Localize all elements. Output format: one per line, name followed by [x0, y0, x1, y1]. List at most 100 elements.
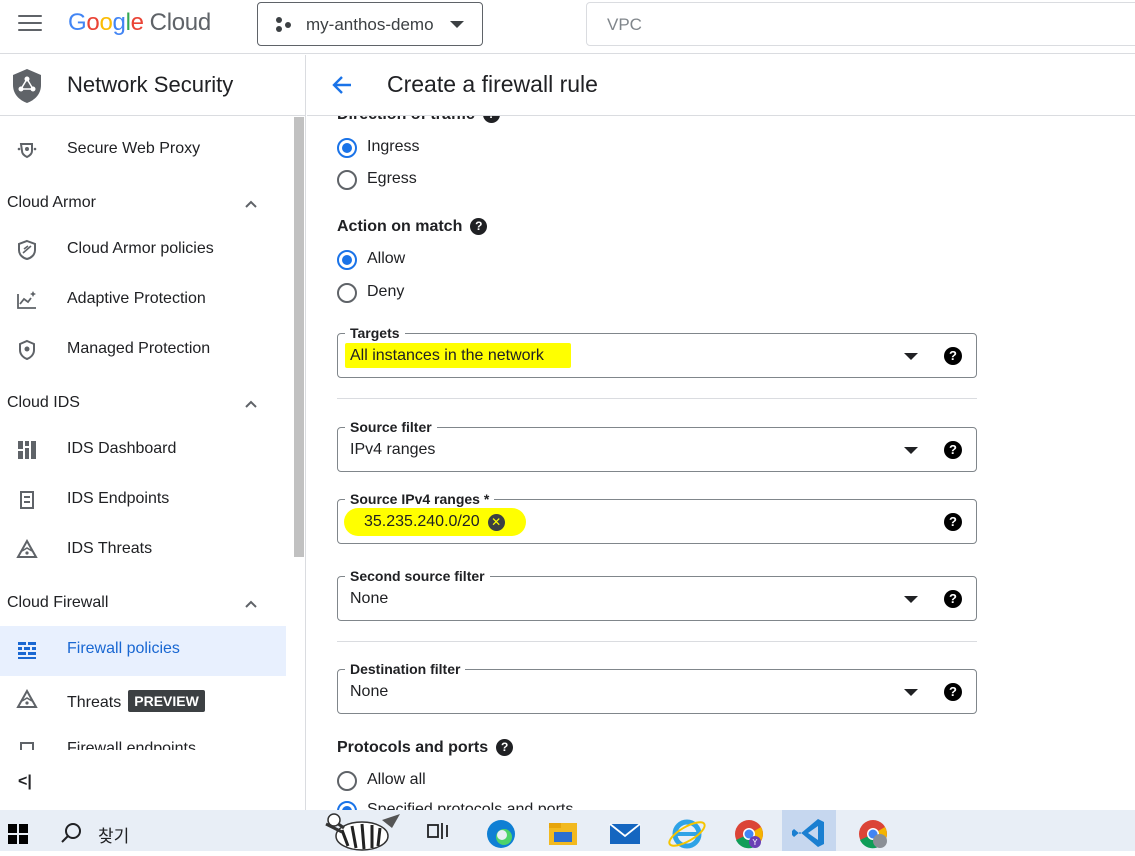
sidebar-item-label: Adaptive Protection	[67, 290, 206, 307]
search-input[interactable]	[607, 15, 1007, 35]
network-security-icon	[13, 69, 41, 103]
field-label: Targets	[345, 325, 405, 341]
divider	[337, 641, 977, 642]
taskbar-search-text: 찾기	[98, 827, 130, 846]
destination-filter-select[interactable]: Destination filter None ?	[337, 661, 977, 714]
project-icon	[276, 17, 294, 33]
protection-icon	[19, 339, 35, 361]
radio-button[interactable]	[337, 771, 357, 791]
field-label: Source IPv4 ranges *	[345, 491, 495, 507]
radio-label: Specified protocols and ports	[367, 801, 574, 810]
radio-button[interactable]	[337, 283, 357, 303]
windows-taskbar: 찾기 Y	[0, 810, 1135, 851]
protocols-label-text: Protocols and ports	[337, 739, 489, 756]
radio-button[interactable]	[337, 250, 357, 270]
file-explorer-icon[interactable]	[536, 810, 590, 851]
project-selector[interactable]: my-anthos-demo	[257, 2, 483, 46]
sidebar-item-managed-protection[interactable]: Managed Protection	[0, 326, 286, 374]
sidebar-item-label: Firewall endpoints	[67, 740, 196, 750]
sidebar-item-label: Cloud Armor policies	[67, 240, 214, 257]
vscode-icon[interactable]	[782, 810, 836, 851]
ip-range-chip[interactable]: 35.235.240.0/20 ✕	[364, 513, 505, 531]
section-cloud-firewall[interactable]: Cloud Firewall	[7, 594, 108, 612]
help-icon[interactable]: ?	[944, 441, 962, 459]
page-title: Create a firewall rule	[387, 71, 598, 97]
logo-cloud-text: Cloud	[149, 9, 212, 36]
chevron-up-icon[interactable]	[245, 398, 257, 410]
sidebar-scrollbar[interactable]	[294, 117, 304, 557]
taskbar-search[interactable]: 찾기	[60, 821, 129, 850]
sidebar-title: Network Security	[67, 72, 234, 97]
sidebar-item-cloud-armor-policies[interactable]: Cloud Armor policies	[0, 226, 286, 274]
radio-button[interactable]	[337, 801, 357, 810]
endpoint-icon	[20, 742, 34, 750]
section-cloud-ids[interactable]: Cloud IDS	[7, 394, 80, 412]
help-icon[interactable]: ?	[944, 590, 962, 608]
chevron-down-icon	[904, 353, 918, 360]
action-label: Action on match?	[337, 218, 488, 236]
sidebar-item-label: Secure Web Proxy	[67, 140, 201, 157]
collapse-sidebar-button[interactable]: <|	[18, 773, 32, 791]
firewall-icon	[18, 642, 36, 659]
chevron-down-icon	[904, 447, 918, 454]
chevron-down-icon	[904, 689, 918, 696]
chevron-down-icon	[450, 21, 464, 28]
targets-value: All instances in the network	[350, 347, 544, 364]
remove-chip-icon[interactable]: ✕	[487, 514, 505, 531]
source-filter-select[interactable]: Source filter IPv4 ranges ?	[337, 419, 977, 472]
radio-button[interactable]	[337, 170, 357, 190]
windows-start-icon[interactable]	[8, 824, 28, 844]
radio-label: Egress	[367, 170, 417, 187]
sidebar-item-firewall-policies[interactable]: Firewall policies	[0, 626, 286, 676]
chevron-up-icon[interactable]	[245, 598, 257, 610]
chevron-up-icon[interactable]	[245, 198, 257, 210]
divider	[337, 398, 977, 399]
targets-select[interactable]: Targets All instances in the network ?	[337, 325, 977, 378]
source-filter-value: IPv4 ranges	[350, 441, 436, 458]
task-view-icon[interactable]	[412, 810, 466, 851]
edge-icon[interactable]	[474, 810, 528, 851]
radio-label: Allow all	[367, 771, 426, 788]
field-label: Destination filter	[345, 661, 466, 677]
main-panel: Direction of traffic? Ingress Egress Act…	[307, 55, 1135, 810]
google-cloud-logo[interactable]: Google Cloud	[68, 9, 211, 37]
chrome-icon[interactable]: Y	[722, 810, 776, 851]
internet-explorer-icon[interactable]	[660, 810, 714, 851]
help-icon[interactable]: ?	[944, 513, 962, 531]
shield-icon	[18, 239, 36, 261]
sidebar-item-ids-dashboard[interactable]: IDS Dashboard	[0, 426, 286, 474]
sidebar-item-label: Managed Protection	[67, 340, 211, 357]
threats-label: Threats	[67, 694, 122, 711]
sidebar-item-ids-threats[interactable]: IDS Threats	[0, 526, 286, 574]
sidebar-item-threats[interactable]: Threats PREVIEW	[0, 676, 286, 724]
search-box[interactable]	[586, 2, 1135, 46]
chrome-icon[interactable]	[846, 810, 900, 851]
help-icon[interactable]: ?	[944, 683, 962, 701]
radio-button[interactable]	[337, 138, 357, 158]
help-icon[interactable]: ?	[470, 218, 488, 235]
sidebar-item-label: Threats PREVIEW	[67, 690, 205, 712]
svg-text:Y: Y	[752, 838, 758, 847]
endpoint-icon	[20, 491, 34, 509]
second-source-filter-select[interactable]: Second source filter None ?	[337, 568, 977, 621]
sidebar-item-label: IDS Endpoints	[67, 490, 170, 507]
help-icon[interactable]: ?	[944, 347, 962, 365]
source-ranges-input[interactable]: Source IPv4 ranges * 35.235.240.0/20 ✕ ?	[337, 491, 977, 544]
sidebar-item-adaptive-protection[interactable]: Adaptive Protection	[0, 276, 286, 324]
threat-icon	[16, 689, 38, 708]
mail-icon[interactable]	[598, 810, 652, 851]
help-icon[interactable]: ?	[496, 739, 514, 756]
back-arrow-icon[interactable]	[331, 75, 353, 95]
page-header: Create a firewall rule	[307, 55, 1135, 116]
sidebar-item-firewall-endpoints[interactable]: Firewall endpoints	[0, 736, 286, 750]
sidebar-item-secure-web-proxy[interactable]: Secure Web Proxy	[0, 126, 286, 174]
top-bar: Google Cloud my-anthos-demo	[0, 0, 1135, 54]
action-label-text: Action on match	[337, 218, 463, 235]
main-menu-icon[interactable]	[18, 15, 42, 33]
sidebar-item-label: Firewall policies	[67, 640, 180, 657]
section-cloud-armor[interactable]: Cloud Armor	[7, 194, 96, 212]
sidebar-item-ids-endpoints[interactable]: IDS Endpoints	[0, 476, 286, 524]
chip-text: 35.235.240.0/20	[364, 513, 480, 530]
zebra-widget-icon[interactable]	[322, 810, 404, 851]
second-source-filter-value: None	[350, 590, 389, 607]
